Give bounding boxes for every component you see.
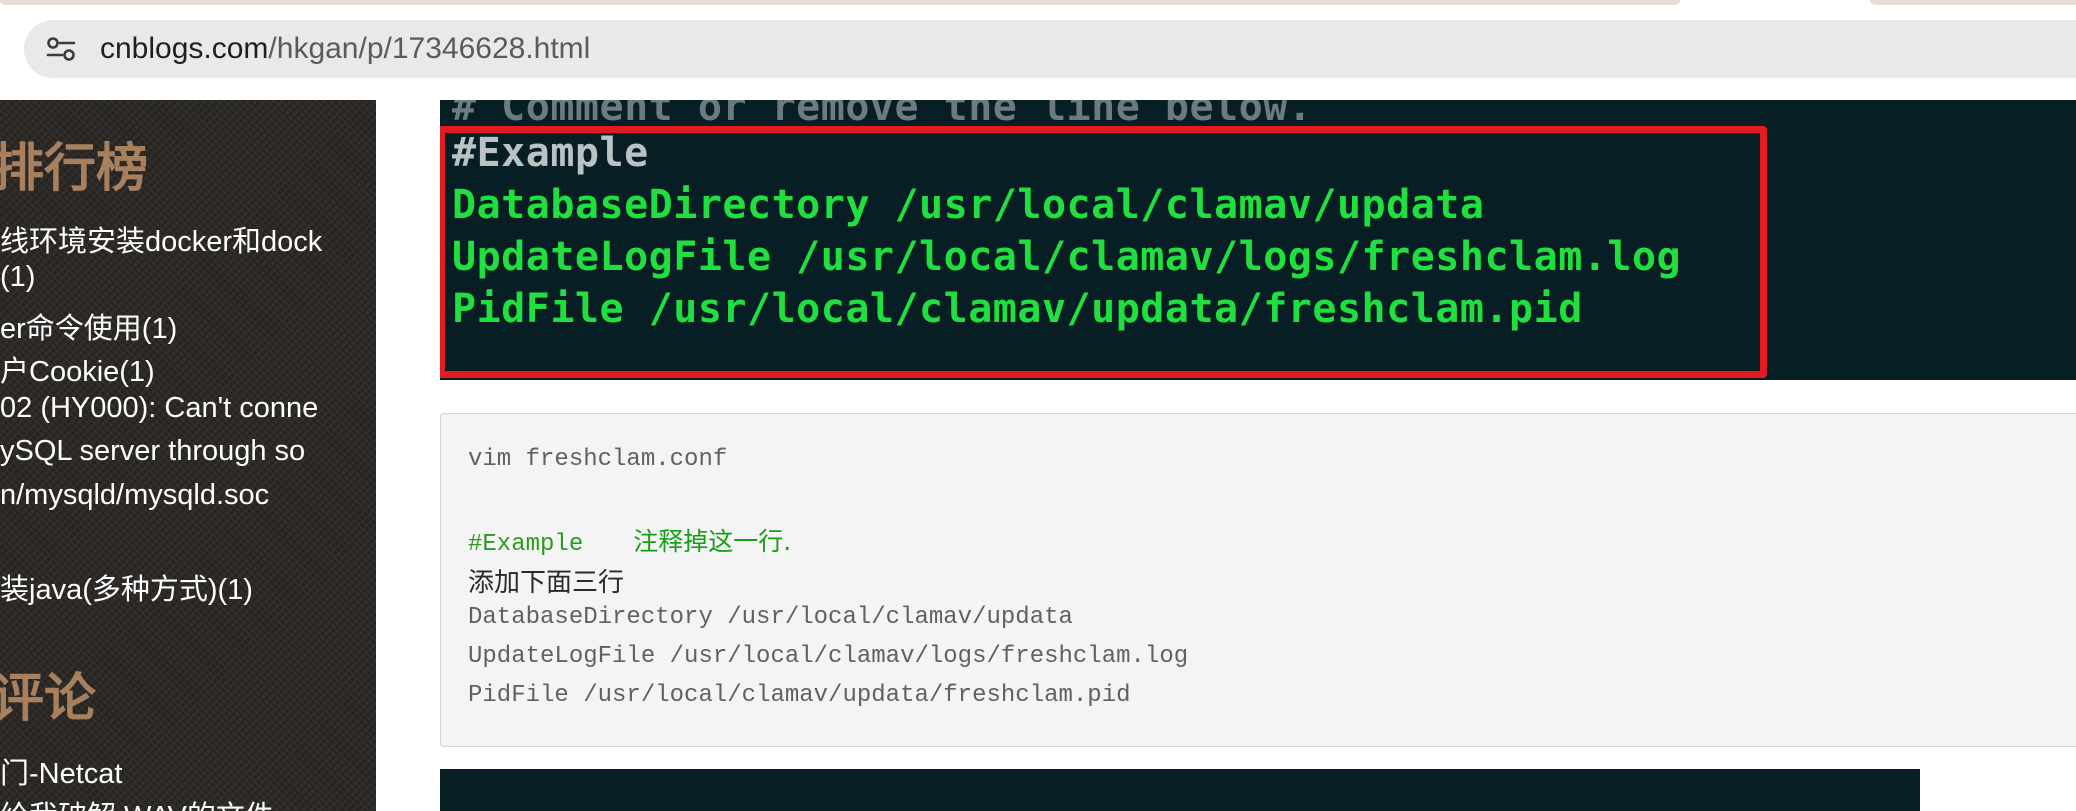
code-updatelog-line: UpdateLogFile /usr/local/clamav/logs/fre…: [468, 643, 1189, 670]
ranking-heading: 排行榜: [0, 139, 149, 199]
highlight-box: [440, 126, 1767, 378]
code-pidfile-line: PidFile /usr/local/clamav/updata/freshcl…: [468, 682, 1131, 709]
active-tab-edge[interactable]: [0, 0, 1680, 5]
code-command: vim freshclam.conf: [468, 446, 728, 473]
ranking-item-1-count[interactable]: (1): [0, 261, 35, 294]
address-bar[interactable]: cnblogs.com/hkgan/p/17346628.html: [24, 20, 2076, 78]
url-host: cnblogs.com: [100, 32, 269, 65]
url-text[interactable]: cnblogs.com/hkgan/p/17346628.html: [100, 20, 590, 78]
next-screenshot-image: [440, 769, 1920, 811]
ranking-item-4-line2[interactable]: ySQL server through so: [0, 435, 305, 468]
config-screenshot-image: # Comment or remove the line below. #Exa…: [440, 100, 2076, 380]
comments-heading: 评论: [0, 669, 97, 729]
comment-item-2[interactable]: 给我破解.WAV的文件...: [0, 793, 298, 811]
code-database-line: DatabaseDirectory /usr/local/clamav/upda…: [468, 604, 1073, 631]
comment-item-1[interactable]: 门-Netcat: [0, 750, 122, 792]
code-example-row: #Example 注释掉这一行.: [468, 522, 791, 558]
code-example: #Example: [468, 531, 584, 558]
ranking-item-3[interactable]: 户Cookie(1): [0, 348, 155, 390]
toolbar: cnblogs.com/hkgan/p/17346628.html: [0, 8, 2076, 100]
next-tab-edge[interactable]: [1870, 0, 2076, 5]
ranking-item-4[interactable]: 02 (HY000): Can't conne: [0, 392, 318, 425]
url-path: /hkgan/p/17346628.html: [268, 32, 591, 65]
ranking-item-5[interactable]: 装java(多种方式)(1): [0, 566, 253, 608]
tab-strip: [0, 0, 2076, 8]
ranking-item-4-line3[interactable]: n/mysqld/mysqld.soc: [0, 479, 269, 512]
ranking-item-2[interactable]: er命令使用(1): [0, 305, 177, 347]
tune-icon[interactable]: [46, 36, 76, 62]
code-block: vim freshclam.conf #Example 注释掉这一行. 添加下面三…: [440, 413, 2076, 747]
code-add-note: 添加下面三行: [468, 568, 625, 598]
blog-sidebar: 排行榜 线环境安装docker和dock (1) er命令使用(1) 户Cook…: [0, 100, 376, 811]
ranking-item-1[interactable]: 线环境安装docker和dock: [0, 218, 322, 260]
code-example-note: 注释掉这一行.: [633, 527, 792, 556]
